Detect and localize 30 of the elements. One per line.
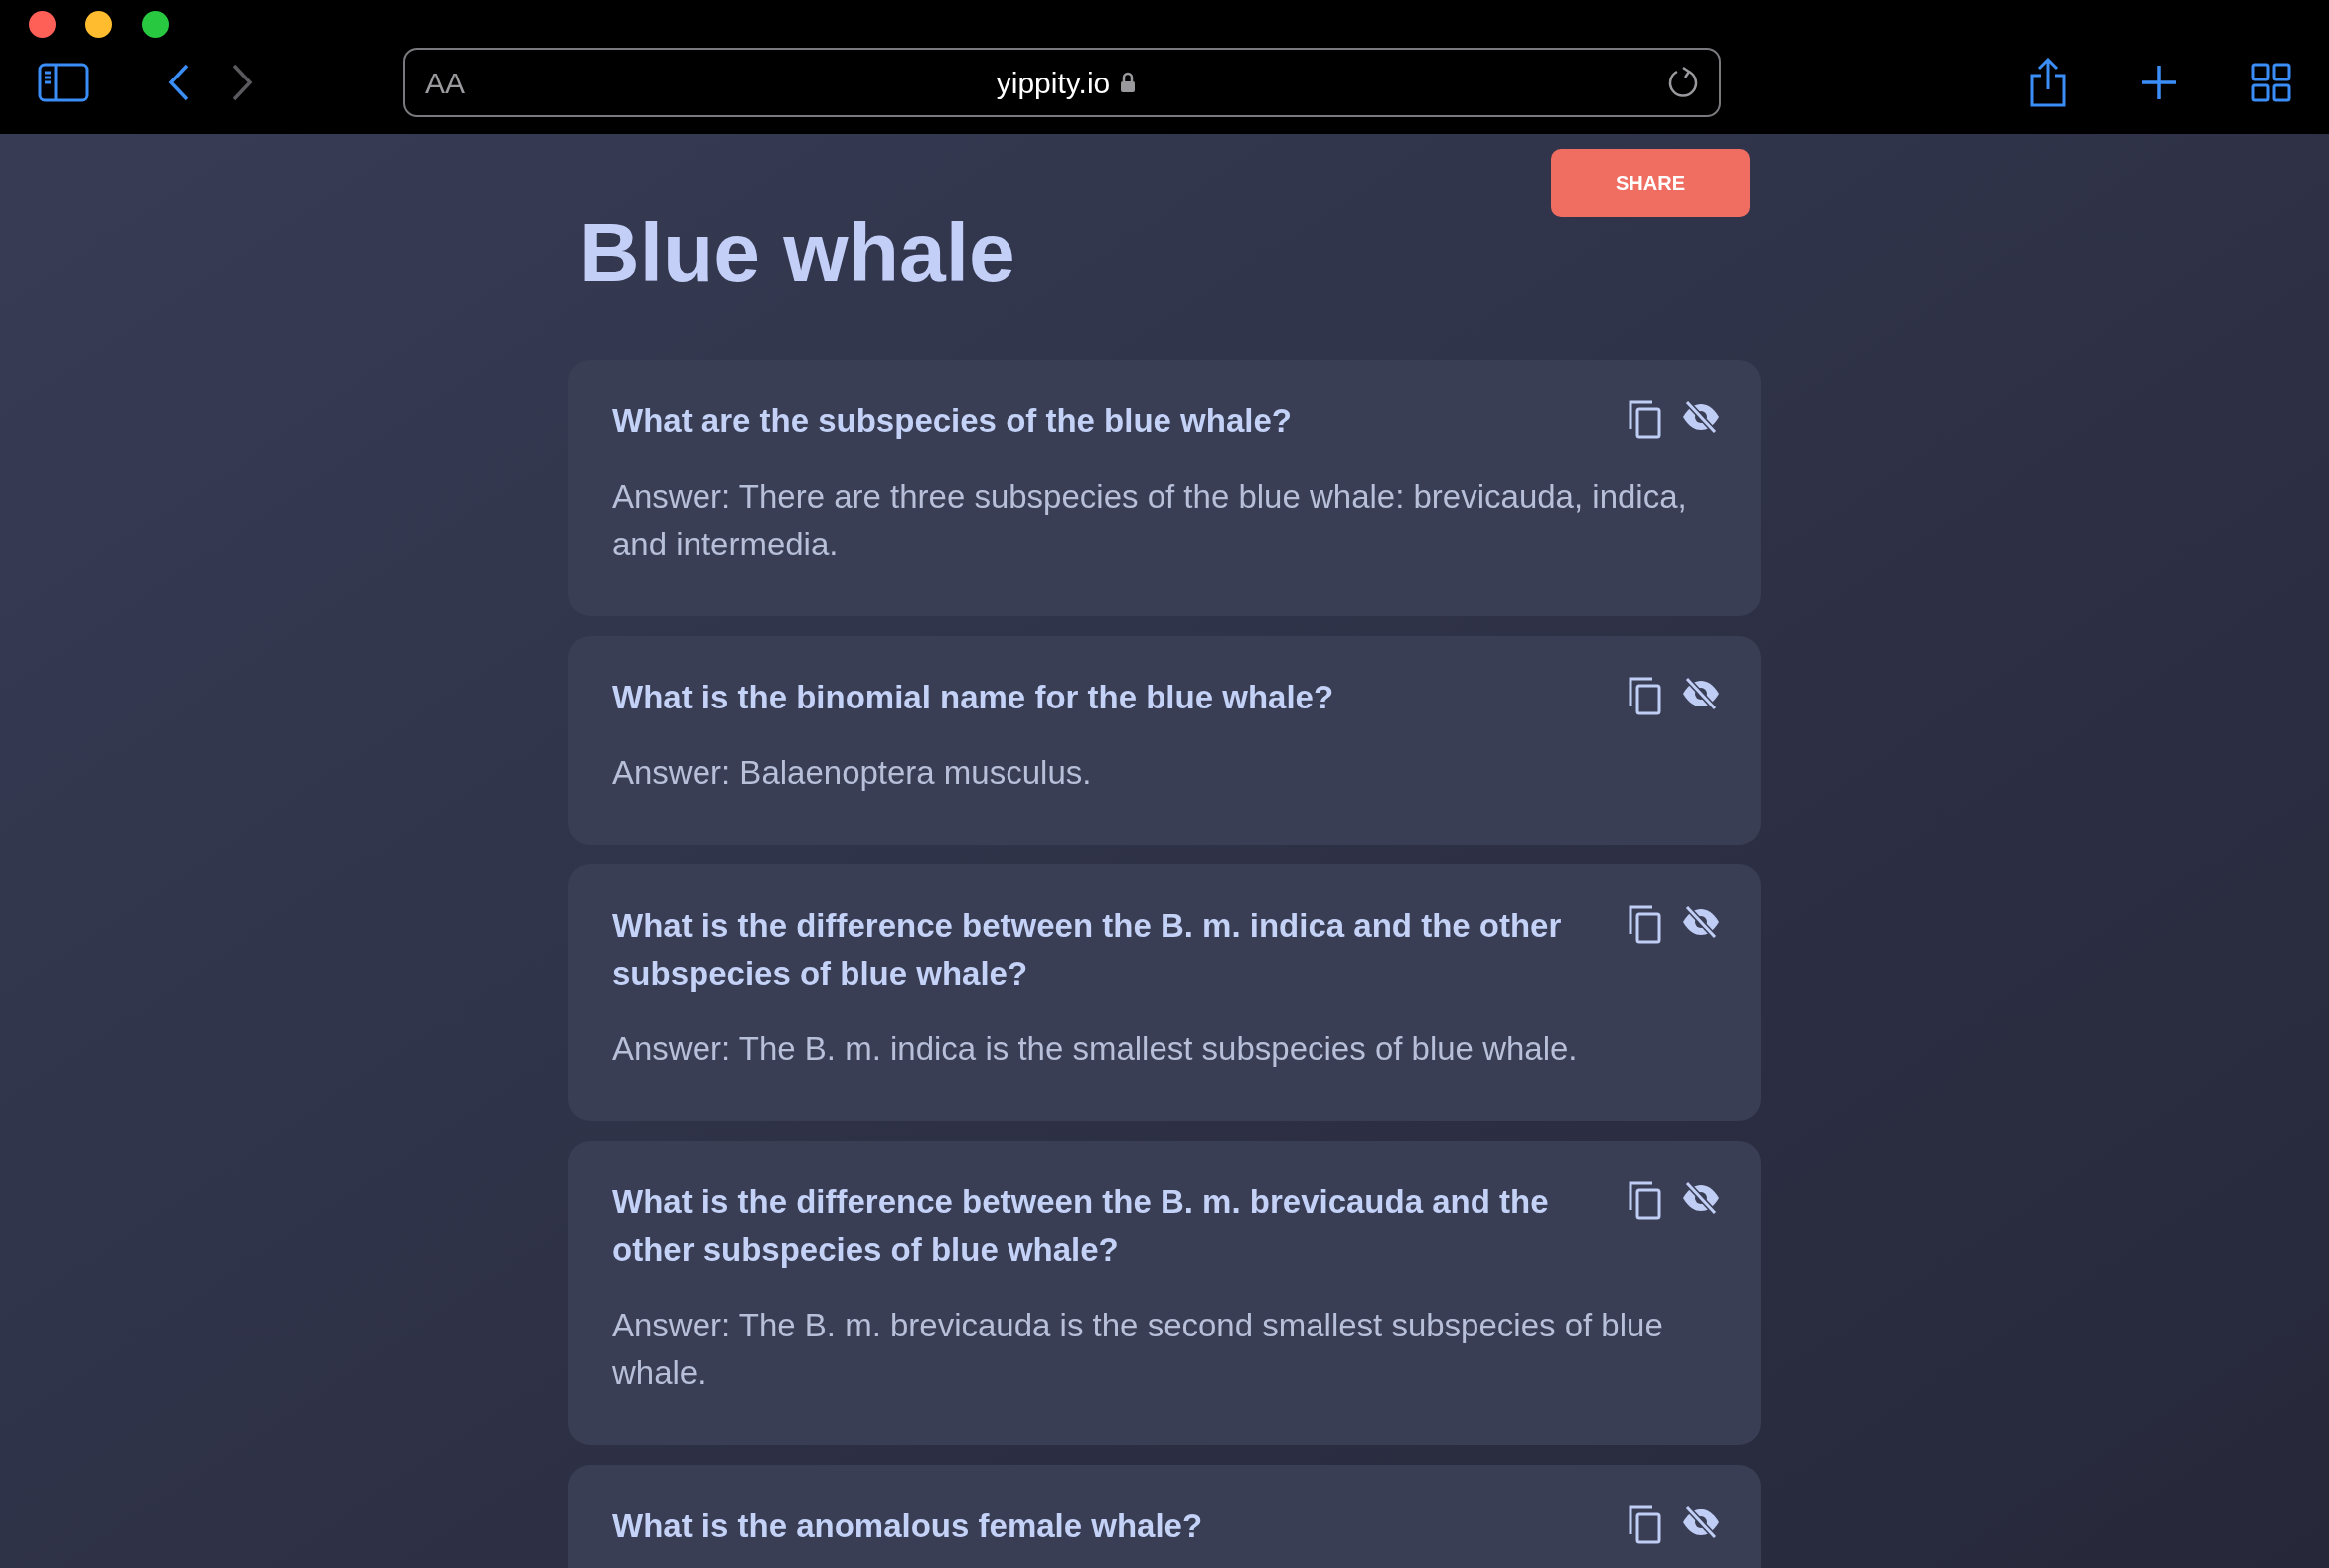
- question-text: What is the difference between the B. m. indica and the other subspecies of blue whale?: [612, 906, 1563, 994]
- tab-overview-icon[interactable]: [2251, 63, 2291, 102]
- page-title: Blue whale: [579, 211, 1015, 294]
- hidden-eye-icon[interactable]: [1681, 1180, 1721, 1216]
- question-text: What is the difference between the B. m. brevicauda and the other subspecies of blue whale?: [612, 1182, 1550, 1270]
- hidden-eye-icon[interactable]: [1681, 904, 1721, 940]
- question-text: What is the anomalous female whale?: [612, 1506, 1204, 1546]
- copy-icon[interactable]: [1628, 676, 1663, 715]
- copy-icon[interactable]: [1628, 399, 1663, 439]
- address-bar[interactable]: AA yippity.io: [403, 48, 1721, 117]
- copy-icon[interactable]: [1628, 1504, 1663, 1544]
- text-size-button[interactable]: AA: [425, 60, 466, 105]
- answer-text: Answer: There are three subspecies of the blue whale: brevicauda, indica, and intermedia.: [612, 477, 1688, 564]
- hidden-eye-icon[interactable]: [1681, 676, 1721, 711]
- lock-icon: [1120, 72, 1137, 93]
- reload-icon[interactable]: [1667, 66, 1699, 99]
- share-icon[interactable]: [2028, 58, 2068, 107]
- sidebar-icon[interactable]: [38, 63, 89, 102]
- answer-text: Answer: Balaenoptera musculus.: [612, 753, 1093, 793]
- answer-text: Answer: The B. m. indica is the smallest subspecies of blue whale.: [612, 1029, 1579, 1069]
- hidden-eye-icon[interactable]: [1681, 399, 1721, 435]
- copy-icon[interactable]: [1628, 904, 1663, 944]
- new-tab-icon[interactable]: [2140, 64, 2178, 101]
- question-text: What are the subspecies of the blue whale?: [612, 401, 1293, 441]
- question-text: What is the binomial name for the blue whale?: [612, 678, 1335, 717]
- back-icon[interactable]: [167, 63, 191, 102]
- answer-text: Answer: The B. m. brevicauda is the second smallest subspecies of blue whale.: [612, 1306, 1664, 1393]
- url-text: yippity.io: [996, 65, 1111, 101]
- hidden-eye-icon[interactable]: [1681, 1504, 1721, 1540]
- copy-icon[interactable]: [1628, 1180, 1663, 1220]
